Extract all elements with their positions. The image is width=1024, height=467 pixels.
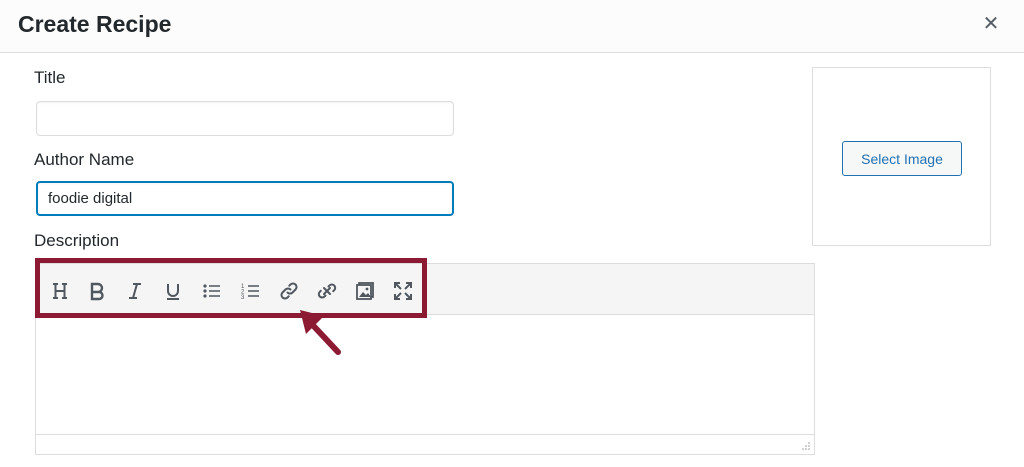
title-field[interactable] [36,101,454,136]
heading-icon[interactable] [47,278,73,304]
fullscreen-icon[interactable] [390,278,416,304]
bold-icon[interactable] [84,278,110,304]
bullet-list-icon[interactable] [199,278,225,304]
svg-text:3: 3 [241,295,245,301]
underline-icon[interactable] [160,278,186,304]
modal-header: Create Recipe ✕ [0,0,1024,53]
numbered-list-icon[interactable]: 123 [238,278,264,304]
author-name-field[interactable] [36,181,454,216]
description-label: Description [34,231,120,250]
italic-icon[interactable] [122,278,148,304]
title-label: Title [34,68,66,87]
editor-statusbar [36,434,814,454]
link-icon[interactable] [276,278,302,304]
description-editor: 123 [35,263,815,455]
author-name-label: Author Name [34,150,135,169]
close-icon[interactable]: ✕ [978,10,1004,36]
editor-content-area[interactable] [36,316,814,434]
insert-image-icon[interactable] [352,278,378,304]
editor-toolbar: 123 [36,264,814,315]
modal-title: Create Recipe [18,11,172,37]
resize-grip-icon[interactable] [801,441,811,451]
unlink-icon[interactable] [314,278,340,304]
select-image-button[interactable]: Select Image [842,141,962,176]
